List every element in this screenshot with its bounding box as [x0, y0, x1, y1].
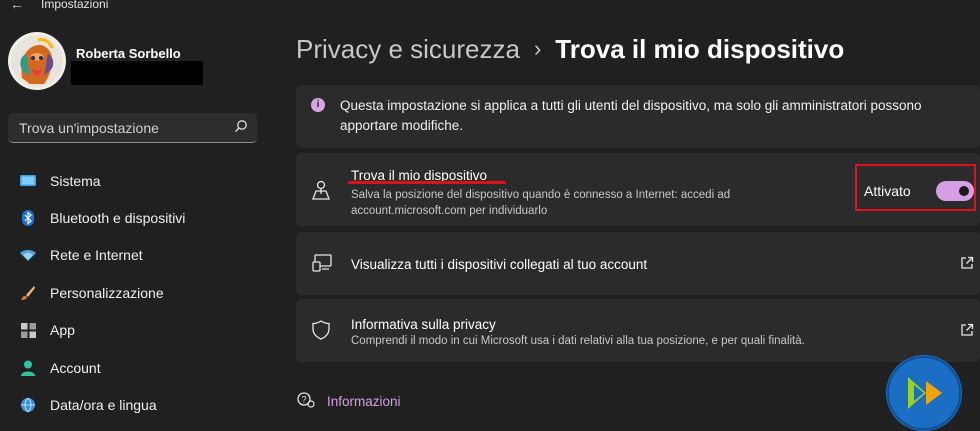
window-title: Impostazioni — [41, 0, 109, 11]
privacy-statement-link[interactable]: Informativa sulla privacy Comprendi il m… — [296, 299, 980, 362]
user-name: Roberta Sorbello — [76, 46, 181, 61]
sidebar-item-personalizzazione[interactable]: Personalizzazione — [0, 274, 270, 311]
sidebar-item-bluetooth[interactable]: Bluetooth e dispositivi — [0, 199, 270, 236]
view-devices-title: Visualizza tutti i dispositivi collegati… — [351, 257, 648, 272]
title-bar: ← Impostazioni — [0, 0, 980, 14]
back-button[interactable]: ← — [10, 0, 24, 12]
sidebar-item-label: Account — [50, 359, 101, 376]
sidebar-item-app[interactable]: App — [0, 312, 270, 349]
find-device-subtitle: Salva la posizione del dispositivo quand… — [351, 189, 731, 201]
help-icon: ? — [296, 391, 316, 414]
breadcrumb-parent[interactable]: Privacy e sicurezza — [296, 34, 520, 64]
brush-icon — [20, 285, 36, 301]
search-icon[interactable] — [234, 119, 248, 138]
privacy-title: Informativa sulla privacy — [351, 317, 496, 332]
info-link[interactable]: Informazioni — [327, 394, 401, 409]
breadcrumb: Privacy e sicurezza › Trova il mio disposi… — [296, 34, 844, 65]
find-device-subtitle-2: account.microsoft.com per individuarlo — [351, 205, 548, 217]
apps-icon — [20, 322, 36, 338]
view-devices-link[interactable]: Visualizza tutti i dispositivi collegati… — [296, 232, 980, 295]
monitor-icon — [20, 173, 36, 189]
find-device-toggle[interactable] — [936, 181, 974, 201]
svg-text:?: ? — [302, 395, 307, 405]
sidebar-item-label: Sistema — [50, 172, 101, 189]
search-input[interactable]: Trova un'impostazione — [8, 113, 257, 143]
highlight-underline — [348, 181, 506, 184]
toggle-state-label: Attivato — [864, 183, 911, 199]
bluetooth-icon — [20, 210, 36, 227]
sidebar-item-data-ora[interactable]: Data/ora e lingua — [0, 386, 270, 423]
sidebar-item-account[interactable]: Account — [0, 349, 270, 386]
info-banner-text: Questa impostazione si applica a tutti g… — [340, 98, 922, 133]
devices-icon — [312, 254, 332, 277]
sidebar-item-label: Rete e Internet — [50, 247, 143, 264]
breadcrumb-separator: › — [533, 36, 542, 61]
location-person-icon — [312, 180, 330, 205]
avatar[interactable] — [8, 32, 66, 90]
page-title: Trova il mio dispositivo — [555, 34, 845, 64]
sidebar-item-sistema[interactable]: Sistema — [0, 162, 270, 199]
sidebar-item-label: Data/ora e lingua — [50, 397, 157, 414]
shield-icon — [312, 320, 330, 345]
info-icon: i — [311, 98, 325, 112]
sidebar-nav: Sistema Bluetooth e dispositivi Rete e I… — [0, 162, 270, 424]
redacted-email — [71, 61, 203, 85]
external-link-icon — [960, 256, 974, 275]
person-icon — [20, 360, 36, 376]
sidebar-item-label: Personalizzazione — [50, 284, 164, 301]
external-link-icon — [960, 323, 974, 342]
search-placeholder: Trova un'impostazione — [19, 120, 159, 136]
info-banner: i Questa impostazione si applica a tutti… — [296, 85, 980, 148]
wifi-icon — [20, 247, 36, 263]
sidebar-item-rete[interactable]: Rete e Internet — [0, 237, 270, 274]
toggle-knob — [959, 186, 969, 196]
globe-clock-icon — [20, 397, 36, 413]
sidebar-item-label: Bluetooth e dispositivi — [50, 210, 186, 227]
privacy-subtitle: Comprendi il modo in cui Microsoft usa i… — [351, 335, 805, 347]
sidebar-item-label: App — [50, 322, 75, 339]
